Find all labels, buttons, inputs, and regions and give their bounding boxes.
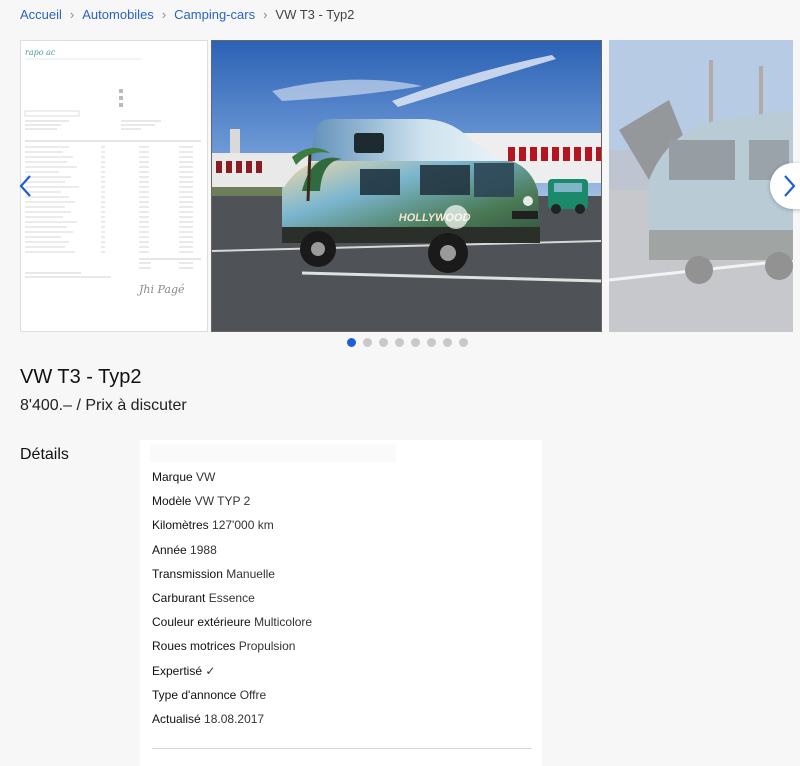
detail-row-transmission: Transmission Manuelle [152,567,312,591]
detail-row-modele: Modèle VW TYP 2 [152,494,312,518]
carousel-dot-4[interactable] [395,338,404,347]
listing-page: Accueil › Automobiles › Camping-cars › V… [0,0,800,766]
detail-label: Actualisé [152,711,201,726]
breadcrumb-link-camping-cars[interactable]: Camping-cars [174,7,255,22]
detail-value: Propulsion [238,639,296,654]
carousel-slide-next[interactable] [609,40,793,332]
detail-label: Roues motrices [152,639,236,654]
carousel-dot-3[interactable] [379,338,388,347]
detail-row-roues-motrices: Roues motrices Propulsion [152,639,312,663]
details-list: Marque VW Modèle VW TYP 2 Kilomètres 127… [152,470,312,736]
chevron-right-icon: › [69,6,75,22]
detail-row-type-annonce: Type d'annonce Offre [152,688,312,712]
svg-text:rapo ac: rapo ac [25,48,56,57]
details-divider [152,748,532,749]
carousel-pagination [347,338,468,347]
detail-value: 1988 [190,542,217,557]
detail-label: Modèle [152,494,192,509]
carousel-dot-5[interactable] [411,338,420,347]
detail-label: Carburant [152,590,206,605]
checkmark-icon: ✓ [205,663,216,678]
detail-value: VW TYP 2 [194,494,251,509]
camper-van-photo-2 [609,40,793,332]
carousel-dot-1[interactable] [347,338,356,347]
detail-row-kilometres: Kilomètres 127'000 km [152,518,312,542]
chevron-right-icon [784,175,796,197]
listing-price: 8'400.– / Prix à discuter [20,397,187,414]
detail-label: Couleur extérieure [152,615,251,630]
chevron-right-icon: › [161,6,167,22]
listing-title: VW T3 - Typ2 [20,366,142,388]
breadcrumb: Accueil › Automobiles › Camping-cars › V… [20,5,354,23]
invoice-document-image: rapo ac Jhi Pagé [21,41,207,331]
carousel-slide-active[interactable]: HOLLYWOOD [211,40,602,332]
detail-label: Type d'annonce [152,687,237,702]
detail-value: 127'000 km [212,518,274,533]
detail-row-couleur: Couleur extérieure Multicolore [152,615,312,639]
detail-row-expertise: Expertisé ✓ [152,664,312,688]
detail-label: Kilomètres [152,518,209,533]
detail-value: 18.08.2017 [204,711,265,726]
detail-value: Manuelle [226,566,275,581]
carousel-dot-8[interactable] [459,338,468,347]
detail-label: Marque [152,470,193,484]
detail-label: Expertisé [152,663,203,678]
detail-value: VW [196,470,216,484]
chevron-left-icon [19,175,31,197]
camper-van-photo: HOLLYWOOD [212,41,601,331]
image-carousel: rapo ac Jhi Pagé HOLLYWOOD [0,40,800,332]
breadcrumb-link-automobiles[interactable]: Automobiles [82,7,154,22]
carousel-prev-button[interactable] [8,163,42,209]
chevron-right-icon: › [263,6,268,22]
detail-label: Année [152,542,187,557]
detail-row-actualise: Actualisé 18.08.2017 [152,712,312,736]
detail-row-carburant: Carburant Essence [152,591,312,615]
carousel-slide-document[interactable]: rapo ac Jhi Pagé [20,40,208,332]
detail-row-annee: Année 1988 [152,543,312,567]
details-heading: Détails [20,446,69,463]
detail-value: Essence [208,590,255,605]
breadcrumb-link-accueil[interactable]: Accueil [20,7,62,22]
carousel-dot-6[interactable] [427,338,436,347]
carousel-dot-2[interactable] [363,338,372,347]
carousel-dot-7[interactable] [443,338,452,347]
detail-value: Multicolore [254,615,313,630]
svg-text:Jhi Pagé: Jhi Pagé [137,283,185,296]
detail-value: Offre [239,687,267,702]
breadcrumb-current: VW T3 - Typ2 [275,6,355,22]
detail-label: Transmission [152,566,223,581]
details-header-bar [150,444,396,462]
detail-row-marque: Marque VW [152,470,312,494]
